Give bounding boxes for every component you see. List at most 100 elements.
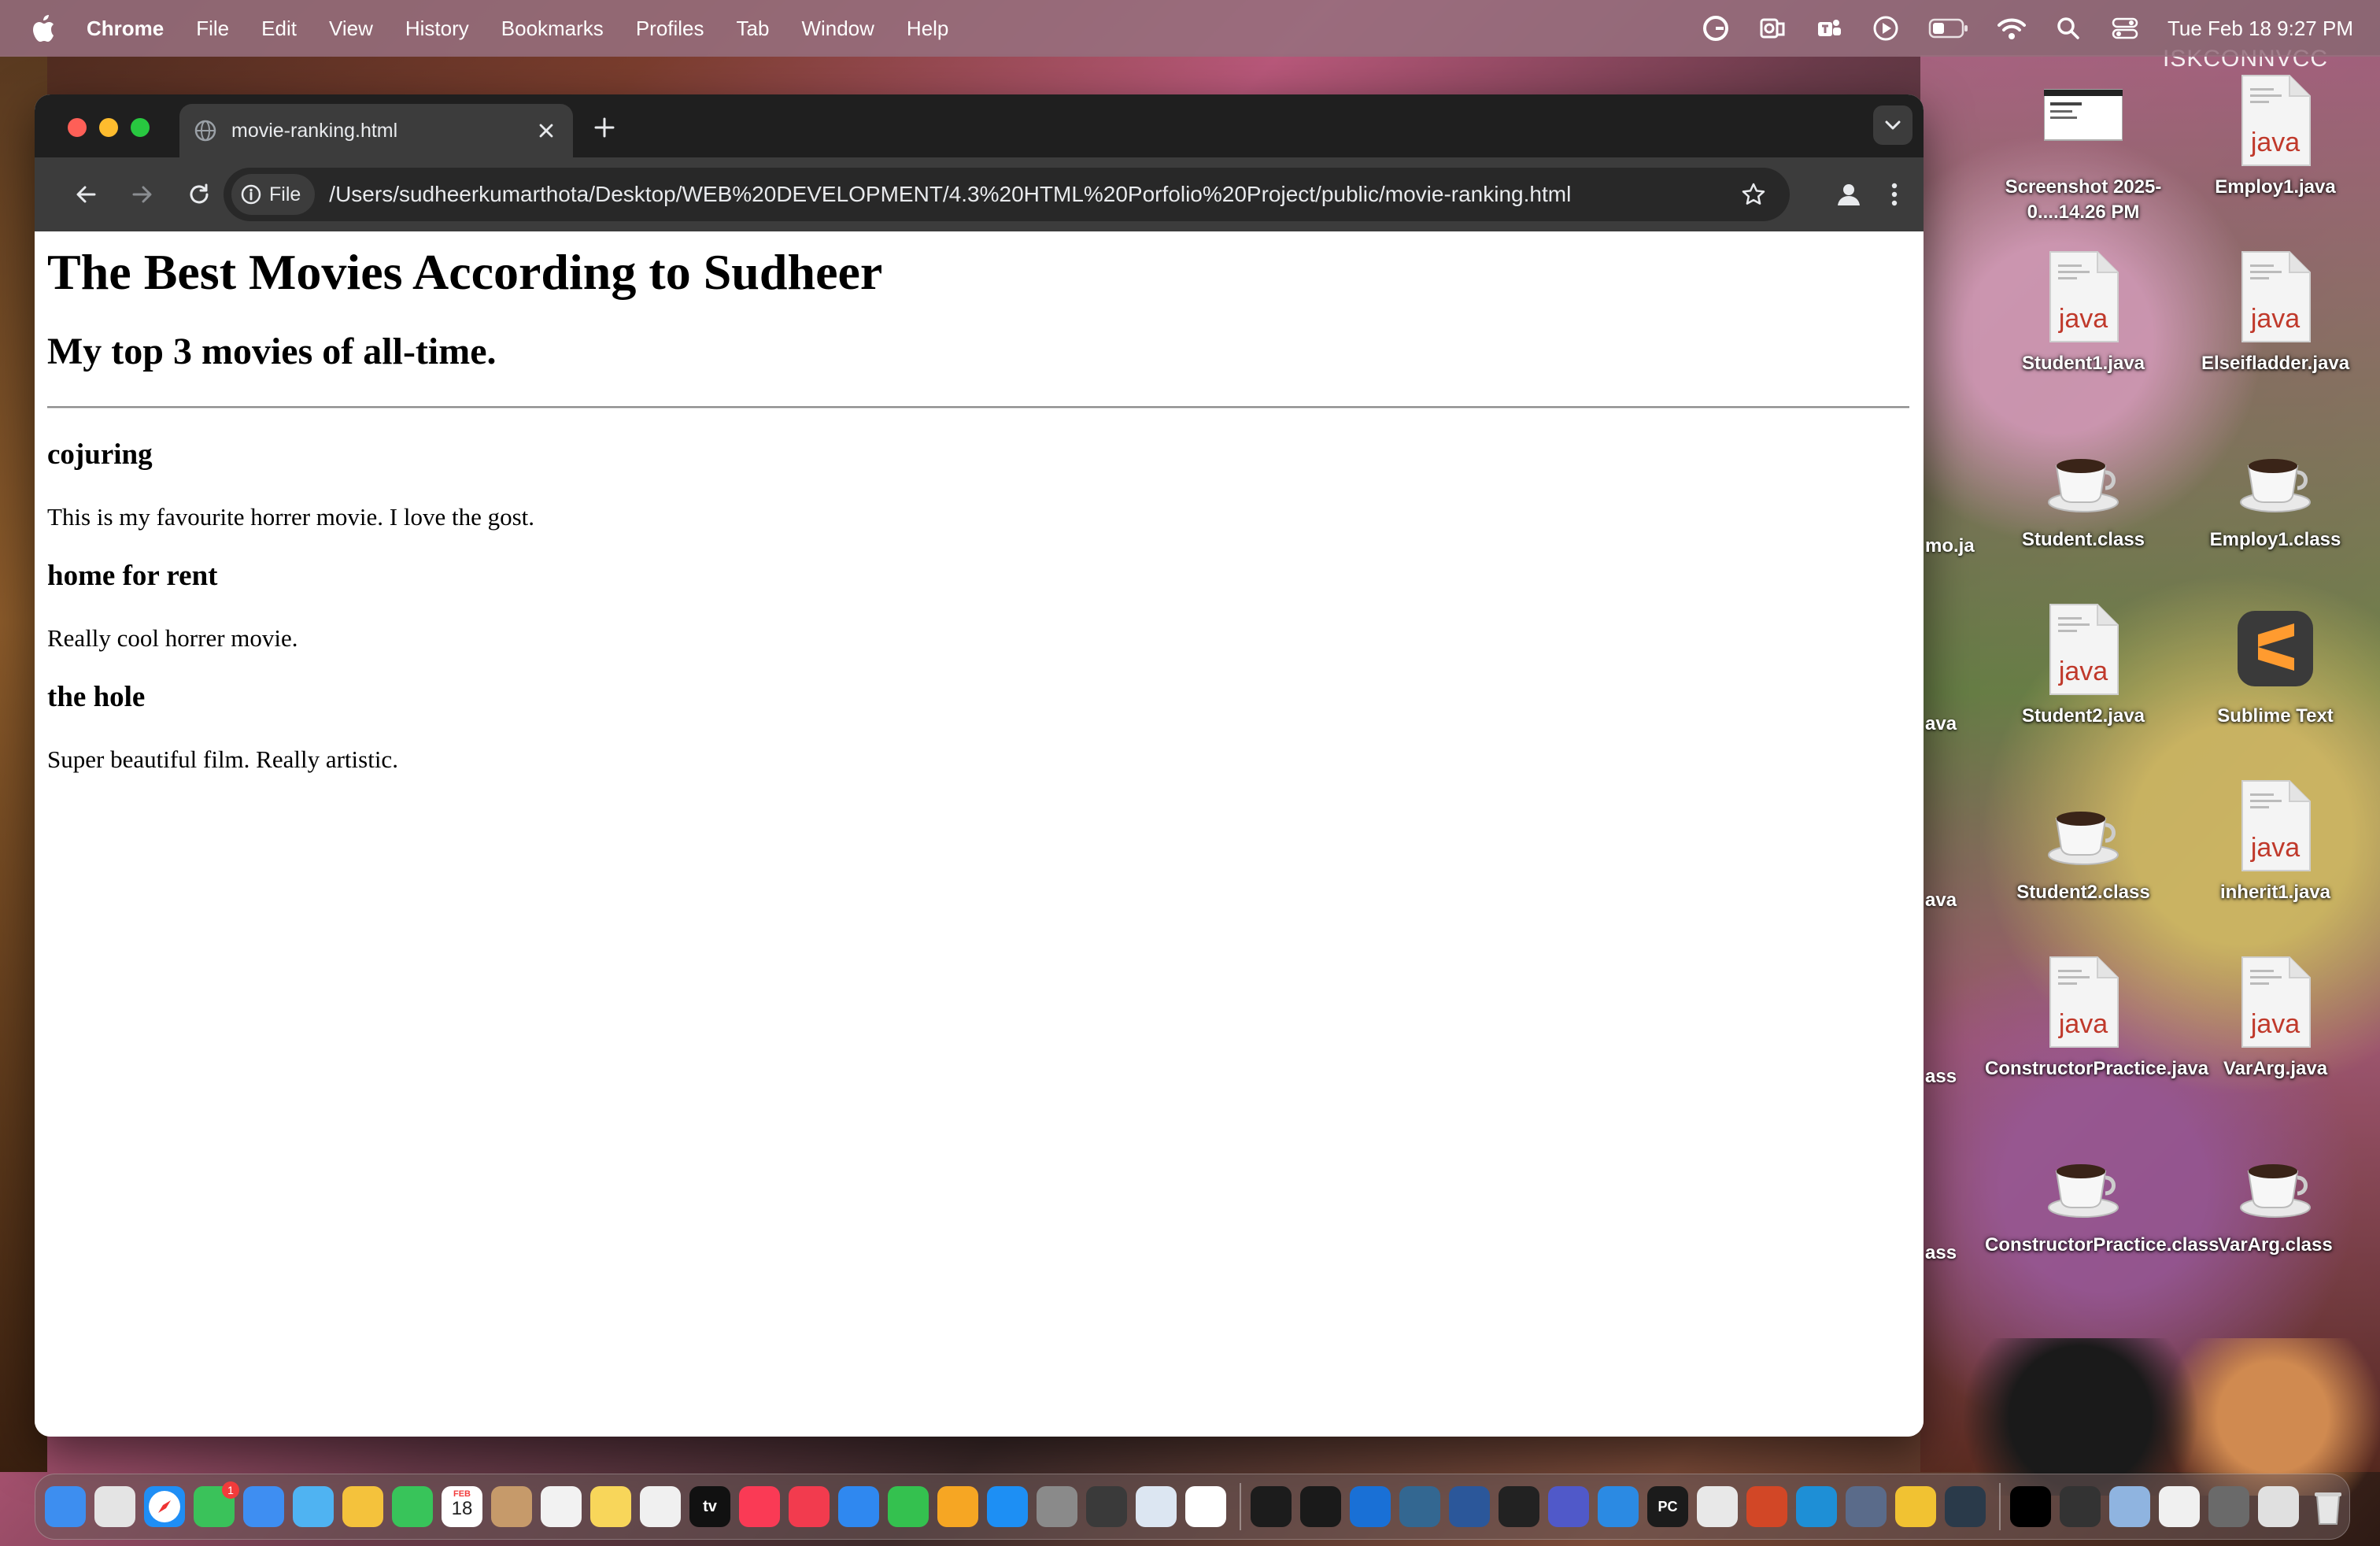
dock-word-icon[interactable] (1449, 1486, 1490, 1527)
dock-reminders-icon[interactable] (541, 1486, 582, 1527)
bookmark-star-icon[interactable] (1738, 179, 1769, 210)
dock-chrome-canary-icon[interactable] (1895, 1486, 1936, 1527)
new-tab-icon[interactable] (589, 112, 620, 143)
dock-launchpad-icon[interactable] (94, 1486, 135, 1527)
desktop-icon-label-partial[interactable]: ava (1925, 890, 1957, 912)
dock-messages-icon[interactable]: 1 (194, 1481, 239, 1527)
desktop-icon-label-partial[interactable]: ass (1925, 1066, 1957, 1088)
dock-photos-icon[interactable] (342, 1486, 383, 1527)
tab-search-icon[interactable] (1873, 105, 1913, 145)
wifi-icon[interactable] (1997, 14, 2026, 43)
close-window-button[interactable] (68, 118, 87, 137)
dock-vscode-insiders-icon[interactable] (1796, 1486, 1837, 1527)
minimize-window-button[interactable] (99, 118, 118, 137)
close-tab-icon[interactable] (534, 118, 559, 143)
dock-activity-monitor-icon[interactable] (1300, 1486, 1341, 1527)
menu-help[interactable]: Help (907, 17, 948, 41)
menu-tab[interactable]: Tab (737, 17, 770, 41)
desktop-icon-label-partial[interactable]: ass (1925, 1242, 1957, 1264)
apple-icon[interactable] (28, 13, 60, 44)
dock-screen-sharing-icon[interactable] (1846, 1486, 1887, 1527)
menu-file[interactable]: File (196, 17, 229, 41)
control-center-icon[interactable] (2111, 14, 2139, 43)
desktop-icon-screenshot[interactable]: Screenshot 2025-0....14.26 PM (1985, 74, 2182, 247)
dock-pycharm-icon[interactable]: PC (1647, 1486, 1688, 1527)
dock-music-icon[interactable] (739, 1486, 780, 1527)
spotlight-icon[interactable] (2054, 14, 2082, 43)
desktop-icon-java[interactable]: java Student1.java (1985, 250, 2182, 423)
kebab-menu-icon[interactable] (1876, 176, 1913, 213)
desktop-icon-java[interactable]: java ConstructorPractice.java (1985, 956, 2208, 1129)
reload-icon[interactable] (181, 176, 217, 213)
teams-icon[interactable] (1815, 14, 1843, 43)
desktop-icon-class[interactable]: VarArg.class (2177, 1132, 2374, 1305)
dock-calendar-icon[interactable]: FEB 18 (442, 1486, 482, 1527)
dock-teams-icon[interactable] (1548, 1486, 1589, 1527)
dock-contacts-icon[interactable] (491, 1486, 532, 1527)
menu-history[interactable]: History (405, 17, 469, 41)
desktop-icon-class[interactable]: Student2.class (1985, 779, 2182, 952)
dock-outlook-icon[interactable] (1350, 1486, 1391, 1527)
outlook-icon[interactable] (1758, 14, 1787, 43)
profile-avatar-icon[interactable] (1831, 176, 1867, 213)
dock-tv-icon[interactable]: tv (689, 1486, 730, 1527)
dock-window-2-icon[interactable] (2010, 1486, 2051, 1527)
dock-finder-icon[interactable] (45, 1486, 86, 1527)
dock-app-store-icon[interactable] (987, 1486, 1028, 1527)
desktop-icon-sublime[interactable]: Sublime Text (2177, 603, 2374, 776)
dock-facetime-icon[interactable] (392, 1486, 433, 1527)
fullscreen-window-button[interactable] (131, 118, 150, 137)
dock-notes-icon[interactable] (590, 1486, 631, 1527)
dock-pages-icon[interactable] (937, 1486, 978, 1527)
dock-window-7-icon[interactable] (2258, 1486, 2299, 1527)
url-text[interactable]: /Users/sudheerkumarthota/Desktop/WEB%20D… (329, 182, 1738, 207)
menu-clock[interactable]: Tue Feb 18 9:27 PM (2168, 17, 2353, 41)
dock-system-settings-icon[interactable] (1037, 1486, 1077, 1527)
dock-chrome-icon[interactable] (1185, 1486, 1226, 1527)
desktop-icon-java[interactable]: java Employ1.java (2177, 74, 2374, 247)
site-info-chip[interactable]: File (231, 174, 316, 215)
dock-trash-icon[interactable] (2308, 1486, 2349, 1527)
menu-view[interactable]: View (329, 17, 373, 41)
desktop-icon-label-partial[interactable]: ava (1925, 713, 1957, 735)
menu-profiles[interactable]: Profiles (636, 17, 704, 41)
dock-vscode-icon[interactable] (1598, 1486, 1639, 1527)
play-icon[interactable] (1872, 14, 1900, 43)
desktop-icon-java[interactable]: java VarArg.java (2177, 956, 2374, 1129)
address-bar[interactable]: File /Users/sudheerkumarthota/Desktop/WE… (224, 168, 1790, 221)
dock-postgres-icon[interactable] (1399, 1486, 1440, 1527)
dock-window-6-icon[interactable] (2208, 1486, 2249, 1527)
dock-window-5-icon[interactable] (2159, 1486, 2200, 1527)
dock-window-4-icon[interactable] (2109, 1486, 2150, 1527)
desktop-icon-java[interactable]: java inherit1.java (2177, 779, 2374, 952)
dock-maps-icon[interactable] (293, 1486, 334, 1527)
dock-window-1-icon[interactable] (1945, 1486, 1986, 1527)
dock-freeform-icon[interactable] (640, 1486, 681, 1527)
battery-icon[interactable] (1928, 14, 1969, 43)
dock-preview-icon[interactable] (1136, 1486, 1177, 1527)
desktop-icon-label-partial[interactable]: mo.ja (1925, 535, 1975, 557)
dock-news-icon[interactable] (789, 1486, 830, 1527)
desktop-icon-java[interactable]: java Elseifladder.java (2177, 250, 2374, 423)
menu-window[interactable]: Window (801, 17, 874, 41)
desktop-icon-class[interactable]: Employ1.class (2177, 427, 2374, 600)
dock-numbers-icon[interactable] (888, 1486, 929, 1527)
dock-textedit-icon[interactable] (1697, 1486, 1738, 1527)
grammarly-icon[interactable] (1702, 14, 1730, 43)
desktop-icon-class[interactable]: ConstructorPractice.class (1985, 1132, 2219, 1305)
menu-edit[interactable]: Edit (261, 17, 297, 41)
dock-powerpoint-icon[interactable] (1746, 1486, 1787, 1527)
menu-app-name[interactable]: Chrome (87, 17, 164, 41)
dock-sublime-text-icon[interactable] (1086, 1486, 1127, 1527)
desktop-icon-java[interactable]: java Student2.java (1985, 603, 2182, 776)
desktop-icon-class[interactable]: Student.class (1985, 427, 2182, 600)
dock-keynote-icon[interactable] (838, 1486, 879, 1527)
back-arrow-icon[interactable] (68, 176, 104, 213)
dock-piano-icon[interactable] (1499, 1486, 1539, 1527)
forward-arrow-icon[interactable] (124, 176, 161, 213)
dock-safari-icon[interactable] (144, 1486, 185, 1527)
dock-mail-icon[interactable] (243, 1486, 284, 1527)
menu-bookmarks[interactable]: Bookmarks (501, 17, 604, 41)
dock-terminal-icon[interactable] (1251, 1486, 1292, 1527)
tab-movie-ranking[interactable]: movie-ranking.html (179, 104, 573, 157)
